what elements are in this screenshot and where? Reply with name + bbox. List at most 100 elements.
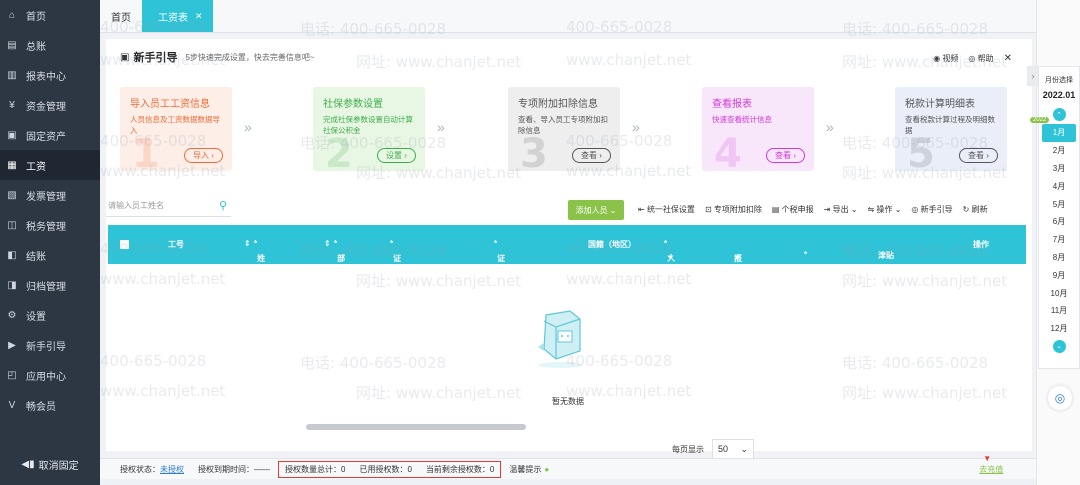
month-panel-title: 月份选择 [1045,77,1073,84]
guide-subtitle: 5步快速完成设置，快去完善信息吧~ [185,52,315,62]
col-header[interactable]: * 部门 [334,239,345,274]
service-icon[interactable]: ◎ [1048,386,1072,410]
toolbar-action[interactable]: ↻ 刷新 [963,204,988,215]
filter-icon[interactable]: ⏷ [667,253,673,263]
info-icon[interactable]: ● [544,465,549,474]
hint-label: 温馨提示 [509,464,542,474]
col-header[interactable]: * 基本工资 [804,250,815,307]
filter-icon[interactable]: ⏷ [734,253,740,263]
sidebar-item[interactable]: ¥ 资金管理 [0,90,100,120]
sidebar-item[interactable]: ▧ 发票管理 [0,180,100,210]
sort-icon[interactable]: ⇕ [324,239,331,248]
save-icon: ▣ [120,51,130,63]
guide-step-title: 税款计算明细表 [905,99,975,110]
sort-icon[interactable]: ⇕ [244,239,251,248]
page-size-label: 每页显示 [672,444,704,454]
close-guide-icon[interactable]: ✕ [1004,53,1012,64]
scroll-up-icon[interactable]: ⌃ [1052,108,1066,121]
col-header[interactable]: * 证照类型 [390,239,401,296]
sidebar-item[interactable]: ◨ 归档管理 [0,270,100,300]
guide-step-number: 5 [907,131,935,171]
year-badge: 2022 [1030,117,1050,123]
month-item[interactable]: 2022 1月 [1030,117,1076,142]
col-header[interactable]: 津贴 [878,250,894,261]
scroll-down-icon[interactable]: ⌄ [1052,339,1066,353]
month-label: 3月 [1052,163,1066,173]
guide-step-button[interactable]: 查看 › [572,148,611,163]
horizontal-scrollbar[interactable] [306,424,526,430]
guide-step-number: 2 [325,131,353,171]
sidebar-item[interactable]: ◫ 税务管理 [0,210,100,240]
tab-salary[interactable]: 工资表 ✕ [142,0,213,32]
month-item[interactable]: 5月 [1039,195,1079,213]
sidebar-item-label: 归档管理 [26,281,66,293]
help-link[interactable]: ◎ 帮助 [968,53,993,64]
content-card: ▣ 新手引导 5步快速完成设置，快去完善信息吧~ ◉ 视频 ◎ 帮助 ✕ 导入员… [106,39,1032,459]
col-idno-label: 证照号码 [497,254,506,296]
close-tab-icon[interactable]: ✕ [195,11,203,22]
select-all-checkbox[interactable] [120,240,129,249]
col-header[interactable]: * 人员状态 ⏷ [664,239,675,296]
col-header[interactable]: * 证照号码 [494,239,505,296]
col-header[interactable]: * 姓名 [254,239,265,274]
sidebar-item[interactable]: ⌂ 首页 [0,0,100,30]
unpin-button[interactable]: ◀▮ 取消固定 [0,453,100,475]
search-placeholder: 请输入员工姓名 [108,201,164,210]
month-item[interactable]: 6月 [1039,213,1079,231]
guide-step-card: 社保参数设置 完成社保参数设置自动计算社保公积金 2 设置 › [313,87,425,171]
chevron-down-icon: ⌄ [609,205,617,215]
sidebar-item[interactable]: V 畅会员 [0,390,100,420]
auth-total: 授权数量总计：0 [285,464,346,474]
col-header[interactable]: 国籍（地区） [588,239,636,250]
sidebar-item[interactable]: ⚙ 设置 [0,300,100,330]
guide-step-button[interactable]: 查看 › [766,148,805,163]
toolbar-action-label: 操作 [876,205,893,214]
guide-step-title: 查看报表 [712,99,752,110]
salary-icon: ▦ [7,159,17,171]
search-input[interactable]: 请输入员工姓名 ⚲ [106,195,231,217]
settings-icon: ⚙ [7,309,17,321]
video-link[interactable]: ◉ 视频 [933,53,958,64]
sidebar-item[interactable]: ▣ 固定资产 [0,120,100,150]
guide-step-button[interactable]: 设置 › [377,148,416,163]
sidebar-item[interactable]: ▤ 总账 [0,30,100,60]
sidebar-item[interactable]: ▶ 新手引导 [0,330,100,360]
sidebar-item[interactable]: ◰ 应用中心 [0,360,100,390]
sidebar-item[interactable]: ▦ 工资 [0,150,100,180]
sidebar-item-label: 畅会员 [26,401,56,413]
main-panel: ▣ 新手引导 5步快速完成设置，快去完善信息吧~ ◉ 视频 ◎ 帮助 ✕ 导入员… [100,33,1036,459]
tab-home[interactable]: 首页 [100,0,142,32]
tab-home-label: 首页 [111,12,131,24]
sidebar-item[interactable]: ▥ 报表中心 [0,60,100,90]
unpin-icon: ◀▮ [21,458,35,470]
guide-step-button[interactable]: 导入 › [184,148,223,163]
toolbar-action[interactable]: ⇥ 导出 ⌄ [824,204,858,215]
sidebar-item[interactable]: ◧ 结账 [0,240,100,270]
toolbar-action[interactable]: ▤ 个税申报 [772,204,814,215]
money-icon: ¥ [9,99,15,111]
month-item[interactable]: 9月 [1039,266,1079,284]
toolbar-action[interactable]: ◎ 新手引导 [911,204,952,215]
month-item[interactable]: 3月 [1039,160,1079,178]
toolbar-action-label: 导出 [832,205,849,214]
month-item[interactable]: 12月 [1039,320,1079,338]
month-item[interactable]: 11月 [1039,302,1079,320]
month-item[interactable]: 7月 [1039,231,1079,249]
auth-status-link[interactable]: 未授权 [160,464,184,475]
month-item[interactable]: 8月 [1039,249,1079,267]
toolbar-action[interactable]: ⇤ 统一社保设置 [638,204,695,215]
col-header[interactable]: 工号 [168,239,184,250]
month-list: 2022 1月 2月 3月 4月 5月 6月 7月 8月 9月 10月 11月 12月 [1030,117,1079,338]
guide-step-button[interactable]: 查看 › [959,148,998,163]
search-icon[interactable]: ⚲ [219,199,227,212]
month-item[interactable]: 2月 [1039,142,1079,160]
apps-icon: ◰ [7,369,17,381]
add-person-button[interactable]: 添加人员 ⌄ [568,200,624,220]
toolbar-action[interactable]: ⇋ 操作 ⌄ [868,204,902,215]
recharge-link[interactable]: ▼ 去充值 [979,454,1003,475]
toolbar-action[interactable]: ⊡ 专项附加扣除 [705,204,762,215]
month-label: 6月 [1052,217,1066,227]
month-item[interactable]: 10月 [1039,284,1079,302]
page-size-select[interactable]: 50 ⌄ [712,439,754,459]
month-item[interactable]: 4月 [1039,177,1079,195]
